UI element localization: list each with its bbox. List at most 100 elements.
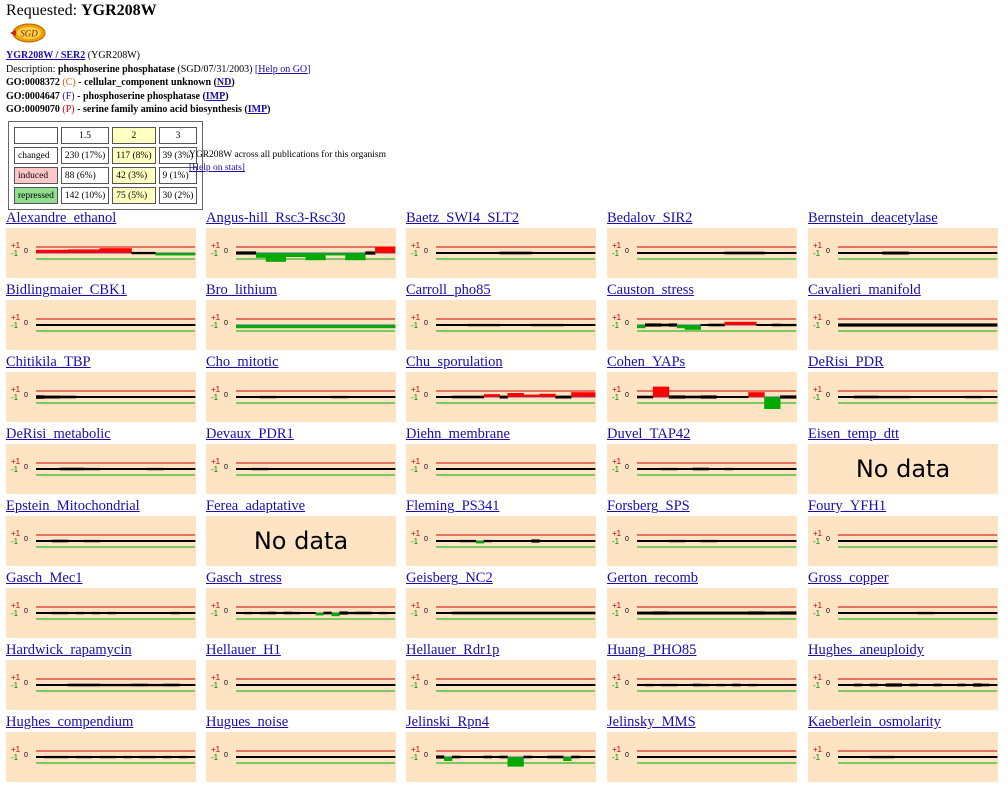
expression-plot[interactable]: +1 -1 0 bbox=[206, 732, 396, 782]
dataset-link[interactable]: Carroll_pho85 bbox=[406, 282, 491, 299]
dataset-link[interactable]: Gasch_stress bbox=[206, 570, 282, 587]
dataset-link[interactable]: Cho_mitotic bbox=[206, 354, 279, 371]
gene-link[interactable]: YGR208W / SER2 bbox=[6, 50, 85, 61]
dataset-link[interactable]: Kaeberlein_osmolarity bbox=[808, 714, 941, 731]
dataset-link[interactable]: Fleming_PS341 bbox=[406, 498, 499, 515]
expression-plot[interactable]: +1 -1 0 bbox=[808, 300, 998, 350]
expression-plot-svg: +1-1 0 bbox=[11, 385, 196, 404]
expression-bar bbox=[44, 468, 53, 470]
expression-bar bbox=[716, 756, 725, 758]
expression-plot[interactable]: +1 -1 0 bbox=[808, 660, 998, 710]
expression-plot[interactable]: +1 -1 0 bbox=[607, 516, 797, 566]
dataset-link[interactable]: Causton_stress bbox=[607, 282, 694, 299]
expression-bar bbox=[59, 539, 69, 543]
expression-plot[interactable]: +1 -1 0 bbox=[206, 372, 396, 422]
axis-minus-label: -1 bbox=[211, 249, 219, 258]
dataset-link[interactable]: Diehn_membrane bbox=[406, 426, 510, 443]
expression-plot[interactable]: +1 -1 0 bbox=[406, 372, 596, 422]
dataset-link[interactable]: Geisberg_NC2 bbox=[406, 570, 493, 587]
expression-plot[interactable]: +1 -1 0 bbox=[6, 300, 196, 350]
dataset-link[interactable]: Devaux_PDR1 bbox=[206, 426, 294, 443]
dataset-link[interactable]: Hughes_compendium bbox=[6, 714, 133, 731]
dataset-link[interactable]: Bedalov_SIR2 bbox=[607, 210, 692, 227]
expression-plot[interactable]: +1 -1 0 bbox=[808, 588, 998, 638]
expression-plot[interactable]: +1 -1 0 bbox=[406, 300, 596, 350]
dataset-link[interactable]: Gross_copper bbox=[808, 570, 889, 587]
expression-plot[interactable]: No data bbox=[206, 516, 396, 566]
stats-table: 1.5 2 3 changed 230 (17%) 117 (8%) 39 (3… bbox=[11, 124, 200, 207]
dataset-link[interactable]: Hugues_noise bbox=[206, 714, 288, 731]
expression-plot[interactable]: +1 -1 0 bbox=[607, 300, 797, 350]
expression-plot[interactable]: +1 -1 0 bbox=[607, 660, 797, 710]
expression-plot[interactable]: +1 -1 0 bbox=[607, 732, 797, 782]
expression-plot[interactable]: +1 -1 0 bbox=[206, 300, 396, 350]
expression-plot[interactable]: +1 -1 0 bbox=[808, 372, 998, 422]
dataset-link[interactable]: Chitikila_TBP bbox=[6, 354, 91, 371]
expression-bar bbox=[131, 468, 140, 470]
dataset-link[interactable]: Baetz_SWI4_SLT2 bbox=[406, 210, 519, 227]
dataset-link[interactable]: Epstein_Mitochondrial bbox=[6, 498, 140, 515]
dataset-link[interactable]: DeRisi_metabolic bbox=[6, 426, 111, 443]
expression-plot[interactable]: +1 -1 0 bbox=[808, 228, 998, 278]
help-on-stats-link[interactable]: [Help on stats] bbox=[189, 163, 245, 173]
go-evidence-link[interactable]: ND bbox=[217, 77, 231, 88]
dataset-link[interactable]: Chu_sporulation bbox=[406, 354, 503, 371]
expression-plot[interactable]: +1 -1 0 bbox=[607, 372, 797, 422]
expression-plot[interactable]: +1 -1 0 bbox=[6, 228, 196, 278]
dataset-link[interactable]: Hughes_aneuploidy bbox=[808, 642, 924, 659]
dataset-link[interactable]: Huang_PHO85 bbox=[607, 642, 696, 659]
expression-plot[interactable]: +1 -1 0 bbox=[607, 228, 797, 278]
expression-plot[interactable]: No data bbox=[808, 444, 998, 494]
expression-plot[interactable]: +1 -1 0 bbox=[808, 516, 998, 566]
expression-plot[interactable]: +1 -1 0 bbox=[406, 660, 596, 710]
dataset-link[interactable]: Hellauer_Rdr1p bbox=[406, 642, 499, 659]
dataset-link[interactable]: Jelinski_Rpn4 bbox=[406, 714, 489, 731]
dataset-link[interactable]: Hellauer_H1 bbox=[206, 642, 281, 659]
go-evidence-link[interactable]: IMP bbox=[248, 104, 267, 115]
expression-plot-svg: +1-1 0 bbox=[612, 745, 797, 764]
expression-plot[interactable]: +1 -1 0 bbox=[808, 732, 998, 782]
dataset-link[interactable]: Gerton_recomb bbox=[607, 570, 698, 587]
dataset-link[interactable]: Bidlingmaier_CBK1 bbox=[6, 282, 127, 299]
expression-plot[interactable]: +1 -1 0 bbox=[6, 732, 196, 782]
dataset-link[interactable]: Angus-hill_Rsc3-Rsc30 bbox=[206, 210, 345, 227]
help-on-go-link[interactable]: [Help on GO] bbox=[255, 64, 311, 75]
expression-plot[interactable]: +1 -1 0 bbox=[206, 444, 396, 494]
expression-bar bbox=[523, 540, 532, 542]
sgd-logo[interactable]: SGD bbox=[8, 22, 46, 44]
dataset-link[interactable]: Ferea_adaptative bbox=[206, 498, 305, 515]
dataset-link[interactable]: Alexandre_ethanol bbox=[6, 210, 116, 227]
dataset-link[interactable]: Cohen_YAPs bbox=[607, 354, 685, 371]
dataset-link[interactable]: Bro_lithium bbox=[206, 282, 277, 299]
expression-bar bbox=[523, 468, 532, 470]
expression-plot[interactable]: +1 -1 0 bbox=[607, 444, 797, 494]
dataset-link[interactable]: DeRisi_PDR bbox=[808, 354, 884, 371]
dataset-link[interactable]: Forsberg_SPS bbox=[607, 498, 690, 515]
expression-plot[interactable]: +1 -1 0 bbox=[6, 516, 196, 566]
dataset-link[interactable]: Foury_YFH1 bbox=[808, 498, 886, 515]
expression-plot[interactable]: +1 -1 0 bbox=[6, 660, 196, 710]
expression-bar bbox=[724, 396, 733, 398]
dataset-link[interactable]: Cavalieri_manifold bbox=[808, 282, 921, 299]
expression-plot[interactable]: +1 -1 0 bbox=[6, 372, 196, 422]
expression-plot[interactable]: +1 -1 0 bbox=[406, 444, 596, 494]
expression-plot[interactable]: +1 -1 0 bbox=[406, 516, 596, 566]
dataset-link[interactable]: Gasch_Mec1 bbox=[6, 570, 83, 587]
expression-plot[interactable]: +1 -1 0 bbox=[206, 660, 396, 710]
expression-plot[interactable]: +1 -1 0 bbox=[206, 228, 396, 278]
expression-plot[interactable]: +1 -1 0 bbox=[406, 228, 596, 278]
go-evidence-link[interactable]: IMP bbox=[206, 91, 225, 102]
expression-plot[interactable]: +1 -1 0 bbox=[607, 588, 797, 638]
dataset-link[interactable]: Jelinsky_MMS bbox=[607, 714, 696, 731]
expression-plot[interactable]: +1 -1 0 bbox=[406, 732, 596, 782]
expression-bar bbox=[708, 756, 717, 758]
expression-plot[interactable]: +1 -1 0 bbox=[206, 588, 396, 638]
dataset-link[interactable]: Duvel_TAP42 bbox=[607, 426, 690, 443]
expression-plot[interactable]: +1 -1 0 bbox=[6, 588, 196, 638]
expression-plot[interactable]: +1 -1 0 bbox=[406, 588, 596, 638]
dataset-link[interactable]: Eisen_temp_dtt bbox=[808, 426, 899, 443]
dataset-link[interactable]: Hardwick_rapamycin bbox=[6, 642, 132, 659]
expression-plot[interactable]: +1 -1 0 bbox=[6, 444, 196, 494]
expression-bar bbox=[780, 468, 789, 470]
dataset-link[interactable]: Bernstein_deacetylase bbox=[808, 210, 938, 227]
